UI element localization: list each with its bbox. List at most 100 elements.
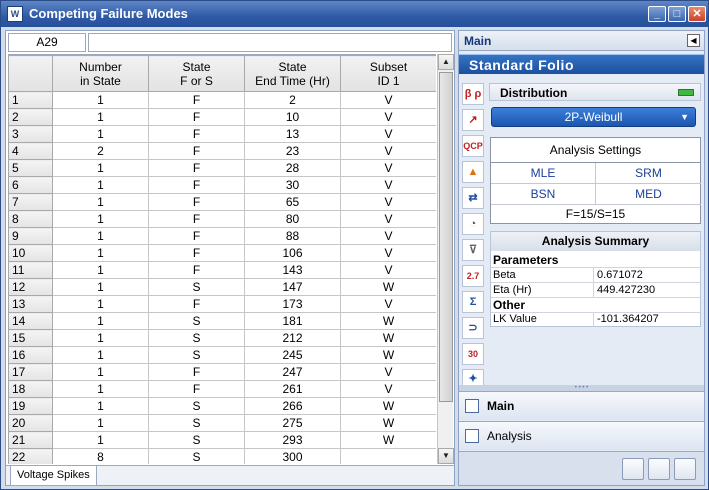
cell-state[interactable]: F <box>148 244 245 262</box>
cell-number-in-state[interactable]: 8 <box>52 448 149 464</box>
cell-number-in-state[interactable]: 1 <box>52 125 149 143</box>
beta-rho-icon[interactable]: β ρ <box>462 83 484 105</box>
cell-end-time[interactable]: 293 <box>244 431 341 449</box>
table-row[interactable]: 21 1 S 293 W <box>8 431 436 449</box>
cell-end-time[interactable]: 212 <box>244 329 341 347</box>
table-row[interactable]: 8 1 F 80 V <box>8 210 436 228</box>
cell-state[interactable]: S <box>148 346 245 364</box>
cell-state[interactable]: S <box>148 431 245 449</box>
maximize-button[interactable]: □ <box>668 6 686 22</box>
cell-subset-id[interactable]: V <box>340 261 436 279</box>
cell-state[interactable]: S <box>148 397 245 415</box>
cell-state[interactable]: F <box>148 159 245 177</box>
cell-subset-id[interactable]: W <box>340 278 436 296</box>
cell-end-time[interactable]: 275 <box>244 414 341 432</box>
cell-end-time[interactable]: 245 <box>244 346 341 364</box>
table-row[interactable]: 12 1 S 147 W <box>8 278 436 296</box>
table-row[interactable]: 19 1 S 266 W <box>8 397 436 415</box>
cell-subset-id[interactable]: V <box>340 108 436 126</box>
magnet-icon[interactable]: ⊃ <box>462 317 484 339</box>
row-header[interactable]: 15 <box>8 329 53 347</box>
cell-number-in-state[interactable]: 2 <box>52 142 149 160</box>
cell-number-in-state[interactable]: 1 <box>52 363 149 381</box>
cell-state[interactable]: F <box>148 380 245 398</box>
analysis-settings-title[interactable]: Analysis Settings <box>491 138 700 163</box>
minimize-button[interactable]: _ <box>648 6 666 22</box>
row-header[interactable]: 20 <box>8 414 53 432</box>
cell-end-time[interactable]: 80 <box>244 210 341 228</box>
cell-state[interactable]: F <box>148 210 245 228</box>
cell-state[interactable]: F <box>148 363 245 381</box>
cell-number-in-state[interactable]: 1 <box>52 227 149 245</box>
calculator-icon[interactable]: 2.7 <box>462 265 484 287</box>
table-row[interactable]: 20 1 S 275 W <box>8 414 436 432</box>
table-row[interactable]: 18 1 F 261 V <box>8 380 436 398</box>
data-grid[interactable]: Number in State State F or S State End Time… <box>8 54 436 464</box>
table-row[interactable]: 10 1 F 106 V <box>8 244 436 262</box>
plot-line-icon[interactable]: ↗ <box>462 109 484 131</box>
cell-subset-id[interactable]: W <box>340 329 436 347</box>
row-header[interactable]: 1 <box>8 91 53 109</box>
report-icon[interactable]: 30 <box>462 343 484 365</box>
setting-mle[interactable]: MLE <box>491 163 596 184</box>
cell-subset-id[interactable]: W <box>340 414 436 432</box>
cell-subset-id[interactable]: V <box>340 227 436 245</box>
table-row[interactable]: 13 1 F 173 V <box>8 295 436 313</box>
cell-reference-box[interactable]: A29 <box>8 33 86 52</box>
cell-number-in-state[interactable]: 1 <box>52 176 149 194</box>
cell-state[interactable]: F <box>148 227 245 245</box>
sheet-tab-voltage-spikes[interactable]: Voltage Spikes <box>10 466 97 486</box>
cell-subset-id[interactable]: V <box>340 91 436 109</box>
scroll-down-arrow-icon[interactable]: ▼ <box>438 448 454 464</box>
cell-end-time[interactable]: 13 <box>244 125 341 143</box>
table-row[interactable]: 22 8 S 300 <box>8 448 436 464</box>
table-row[interactable]: 16 1 S 245 W <box>8 346 436 364</box>
cell-subset-id[interactable]: V <box>340 193 436 211</box>
cell-subset-id[interactable]: V <box>340 244 436 262</box>
row-header[interactable]: 17 <box>8 363 53 381</box>
scroll-up-arrow-icon[interactable]: ▲ <box>438 54 454 70</box>
cell-end-time[interactable]: 30 <box>244 176 341 194</box>
cell-subset-id[interactable]: V <box>340 295 436 313</box>
distribution-dropdown[interactable]: 2P-Weibull ▼ <box>491 107 696 127</box>
cell-state[interactable]: F <box>148 295 245 313</box>
sheet-view-icon[interactable] <box>622 458 644 480</box>
cell-state[interactable]: S <box>148 448 245 464</box>
row-header[interactable]: 19 <box>8 397 53 415</box>
cell-number-in-state[interactable]: 1 <box>52 397 149 415</box>
formula-bar-input[interactable] <box>88 33 452 52</box>
column-header-end-time[interactable]: State End Time (Hr) <box>244 55 341 92</box>
column-header-number[interactable]: Number in State <box>52 55 149 92</box>
cell-number-in-state[interactable]: 1 <box>52 295 149 313</box>
scrollbar-thumb[interactable] <box>439 72 453 402</box>
cell-subset-id[interactable]: V <box>340 142 436 160</box>
row-header[interactable]: 12 <box>8 278 53 296</box>
cell-subset-id[interactable]: V <box>340 159 436 177</box>
column-header-state[interactable]: State F or S <box>148 55 245 92</box>
status-green-icon[interactable] <box>674 458 696 480</box>
nav-analysis[interactable]: Analysis <box>459 421 704 450</box>
cell-state[interactable]: S <box>148 312 245 330</box>
row-header[interactable]: 2 <box>8 108 53 126</box>
cell-state[interactable]: S <box>148 329 245 347</box>
table-row[interactable]: 2 1 F 10 V <box>8 108 436 126</box>
filter-icon[interactable]: ⊽ <box>462 239 484 261</box>
cell-number-in-state[interactable]: 1 <box>52 380 149 398</box>
table-row[interactable]: 6 1 F 30 V <box>8 176 436 194</box>
row-header[interactable]: 14 <box>8 312 53 330</box>
cell-subset-id[interactable]: V <box>340 210 436 228</box>
cell-subset-id[interactable]: W <box>340 431 436 449</box>
cell-subset-id[interactable] <box>340 448 436 464</box>
row-header[interactable]: 22 <box>8 448 53 464</box>
setting-med[interactable]: MED <box>596 184 701 205</box>
cell-number-in-state[interactable]: 1 <box>52 91 149 109</box>
cell-end-time[interactable]: 300 <box>244 448 341 464</box>
qcp-icon[interactable]: QCP <box>462 135 484 157</box>
cell-end-time[interactable]: 106 <box>244 244 341 262</box>
gauge-icon[interactable]: ◔ <box>462 213 484 235</box>
cell-subset-id[interactable]: W <box>340 312 436 330</box>
cell-end-time[interactable]: 247 <box>244 363 341 381</box>
cell-end-time[interactable]: 143 <box>244 261 341 279</box>
table-row[interactable]: 11 1 F 143 V <box>8 261 436 279</box>
cell-subset-id[interactable]: V <box>340 363 436 381</box>
